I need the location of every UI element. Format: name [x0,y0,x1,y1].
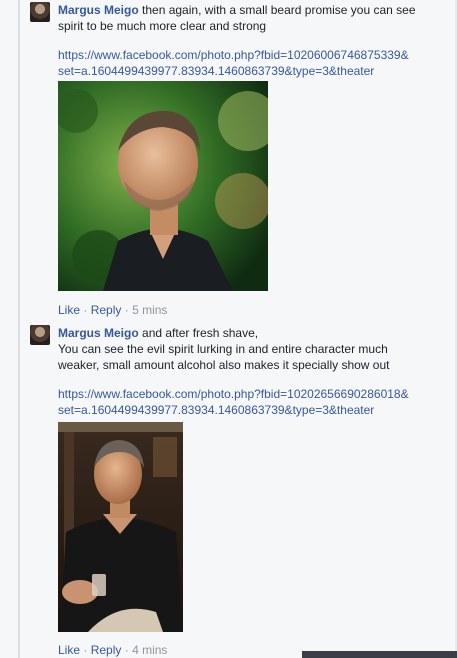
comment-actions: Like · Reply · 5 mins [58,302,167,318]
comment-text: then again, with a small beard promise y… [142,3,416,17]
comment-author[interactable]: Margus Meigo [58,326,139,340]
comment-link[interactable]: https://www.facebook.com/photo.php?fbid=… [58,47,450,79]
separator: · [83,303,88,317]
avatar[interactable] [30,2,50,22]
comment-text: spirit to be much more clear and strong [58,19,267,33]
bottom-chat-bar[interactable] [302,651,457,658]
timestamp[interactable]: 5 mins [132,303,167,317]
comment-photo[interactable] [58,81,268,291]
link-line: set=a.1604499439977.83934.1460863739&typ… [58,64,375,78]
comment-author[interactable]: Margus Meigo [58,3,139,17]
avatar[interactable] [30,325,50,345]
timestamp[interactable]: 4 mins [132,643,167,657]
comment-body: Margus Meigo and after fresh shave, You … [58,325,450,418]
comment-text: weaker, small amount alcohol also makes … [58,358,390,372]
link-line: set=a.1604499439977.83934.1460863739&typ… [58,403,375,417]
comment-link[interactable]: https://www.facebook.com/photo.php?fbid=… [58,386,450,418]
thread-line [18,0,20,658]
link-line: https://www.facebook.com/photo.php?fbid=… [58,387,409,401]
comment: Margus Meigo then again, with a small be… [30,2,450,322]
separator: · [83,643,88,657]
portrait-photo [58,422,183,632]
comment-actions: Like · Reply · 4 mins [58,642,167,658]
separator: · [124,303,129,317]
like-link[interactable]: Like [58,643,80,657]
comment: Margus Meigo and after fresh shave, You … [30,325,450,658]
separator: · [124,643,129,657]
link-line: https://www.facebook.com/photo.php?fbid=… [58,48,409,62]
comment-text: You can see the evil spirit lurking in a… [58,342,388,356]
comment-text: and after fresh shave, [142,326,259,340]
comment-photo[interactable] [58,422,183,632]
reply-link[interactable]: Reply [91,303,122,317]
like-link[interactable]: Like [58,303,80,317]
portrait-photo [58,81,268,291]
reply-link[interactable]: Reply [91,643,122,657]
comment-body: Margus Meigo then again, with a small be… [58,2,450,79]
